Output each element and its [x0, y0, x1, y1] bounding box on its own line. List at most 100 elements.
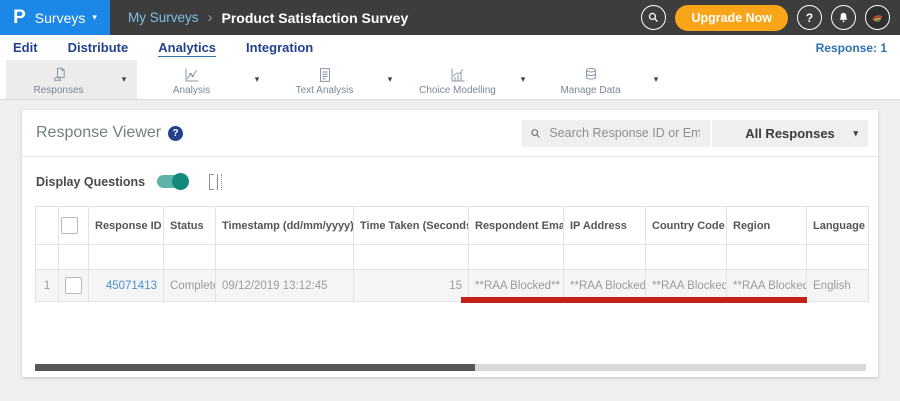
column-header-time-taken[interactable]: Time Taken (Seconds)	[353, 206, 469, 245]
filter-cell[interactable]	[726, 244, 807, 270]
chevron-down-icon[interactable]: ▾	[244, 74, 270, 85]
responses-table: Response ID Status Timestamp (dd/mm/yyyy…	[35, 206, 869, 302]
timestamp-cell: 09/12/2019 13:12:45	[215, 269, 354, 302]
viewer-help-icon[interactable]: ?	[168, 125, 184, 141]
ribbon-item-analysis[interactable]: Analysis ▾	[139, 60, 270, 99]
chevron-down-icon[interactable]: ▾	[377, 74, 403, 85]
response-id-link[interactable]: 45071413	[106, 280, 157, 292]
ribbon-item-choice-modelling[interactable]: Choice Modelling ▾	[405, 60, 536, 99]
chevron-down-icon[interactable]: ▾	[510, 74, 536, 85]
ribbon-item-text-analysis[interactable]: Text Analysis ▾	[272, 60, 403, 99]
filter-cell[interactable]	[88, 244, 164, 270]
display-questions-label: Display Questions	[36, 174, 146, 189]
text-document-icon	[319, 67, 330, 82]
display-questions-toggle[interactable]	[157, 173, 190, 190]
ribbon-label: Responses	[33, 84, 84, 96]
breadcrumb-separator-icon: ›	[207, 9, 213, 26]
filter-cell[interactable]	[563, 244, 646, 270]
notifications-button[interactable]	[831, 5, 856, 30]
responses-button[interactable]: Responses	[6, 59, 111, 100]
response-id-cell: 45071413	[88, 269, 164, 302]
product-switcher[interactable]: P Surveys ▾	[0, 0, 110, 35]
column-header-timestamp[interactable]: Timestamp (dd/mm/yyyy)	[215, 206, 354, 245]
page-title: Response Viewer	[36, 124, 162, 141]
chevron-down-icon: ▾	[92, 12, 97, 22]
column-header-status: Status	[163, 206, 216, 245]
breadcrumb: My Surveys › Product Satisfaction Survey	[128, 0, 408, 35]
ribbon-label: Analysis	[172, 84, 211, 96]
filter-cell[interactable]	[468, 244, 564, 270]
row-number-header	[35, 206, 59, 245]
response-viewer-card: Response Viewer ? All Responses ▾ Displa…	[22, 110, 878, 377]
tab-distribute[interactable]: Distribute	[68, 40, 129, 55]
column-header-country-code: Country Code	[645, 206, 727, 245]
breadcrumb-my-surveys[interactable]: My Surveys	[128, 10, 199, 25]
filter-cell[interactable]	[215, 244, 354, 270]
row-checkbox[interactable]	[65, 277, 82, 294]
time-taken-cell: 15	[353, 269, 469, 302]
bar-chart-icon	[451, 68, 464, 81]
response-count-label: Response: 1	[815, 40, 887, 55]
upgrade-now-button[interactable]: Upgrade Now	[675, 4, 788, 31]
ribbon-label: Manage Data	[560, 84, 621, 96]
topbar: P Surveys ▾ My Surveys › Product Satisfa…	[0, 0, 900, 35]
app-window: P Surveys ▾ My Surveys › Product Satisfa…	[0, 0, 900, 401]
global-search-button[interactable]	[641, 5, 667, 30]
language-cell: English	[806, 269, 869, 302]
tab-analytics[interactable]: Analytics	[158, 40, 217, 57]
filter-cell[interactable]	[163, 244, 216, 270]
select-all-checkbox[interactable]	[61, 217, 78, 234]
search-icon	[649, 12, 659, 23]
chevron-down-icon[interactable]: ▾	[643, 74, 669, 85]
tab-edit[interactable]: Edit	[13, 40, 38, 55]
ribbon-item-responses[interactable]: Responses ▾	[6, 60, 137, 99]
choice-modelling-button[interactable]: Choice Modelling	[405, 59, 510, 100]
status-cell: Completed	[163, 269, 216, 302]
column-header-language: Language	[806, 206, 869, 245]
scrollbar-thumb[interactable]	[35, 364, 476, 371]
search-icon	[531, 128, 540, 138]
manage-data-button[interactable]: Manage Data	[538, 59, 643, 100]
chevron-down-icon[interactable]: ▾	[111, 74, 137, 85]
ribbon-item-manage-data[interactable]: Manage Data ▾	[538, 60, 669, 99]
response-search-box	[522, 119, 710, 147]
survey-tabbar: Edit Distribute Analytics Integration Re…	[0, 35, 900, 60]
questionpro-logo: P	[13, 7, 26, 28]
bell-icon	[839, 12, 848, 23]
column-header-region: Region	[726, 206, 807, 245]
filter-row	[35, 244, 869, 270]
responses-filter-dropdown[interactable]: All Responses ▾	[712, 119, 868, 147]
filter-cell[interactable]	[353, 244, 469, 270]
responses-filter-value: All Responses	[745, 125, 835, 141]
filter-cell[interactable]	[58, 244, 89, 270]
analysis-button[interactable]: Analysis	[139, 59, 244, 100]
tab-integration[interactable]: Integration	[246, 40, 313, 55]
ribbon-label: Text Analysis	[295, 84, 354, 96]
toggle-knob[interactable]	[172, 173, 190, 190]
row-select-cell	[58, 269, 89, 302]
table-header-row: Response ID Status Timestamp (dd/mm/yyyy…	[35, 206, 869, 245]
avatar-logo-icon	[872, 15, 883, 23]
help-button[interactable]: ?	[797, 5, 822, 30]
database-icon	[585, 67, 596, 80]
line-chart-icon	[185, 68, 198, 81]
question-mark-icon: ?	[805, 10, 814, 25]
freeze-columns-icon[interactable]	[209, 173, 223, 190]
response-search-input[interactable]	[547, 125, 702, 141]
text-analysis-button[interactable]: Text Analysis	[272, 59, 377, 100]
viewer-controls: All Responses ▾	[522, 119, 868, 147]
column-header-response-id[interactable]: Response ID	[88, 206, 164, 245]
horizontal-scrollbar[interactable]	[35, 364, 866, 371]
filter-cell[interactable]	[806, 244, 869, 270]
card-header: Response Viewer ? All Responses ▾	[22, 110, 878, 157]
breadcrumb-survey-title: Product Satisfaction Survey	[221, 9, 409, 26]
select-all-header	[58, 206, 89, 245]
surveys-menu[interactable]: Surveys ▾	[35, 10, 97, 26]
red-highlight-annotation	[461, 297, 807, 303]
row-number-cell: 1	[35, 269, 59, 302]
surveys-menu-label: Surveys	[34, 9, 86, 26]
account-avatar[interactable]	[865, 5, 890, 30]
column-header-ip-address: IP Address	[563, 206, 646, 245]
filter-cell[interactable]	[645, 244, 727, 270]
display-controls-row: Display Questions	[22, 157, 878, 200]
